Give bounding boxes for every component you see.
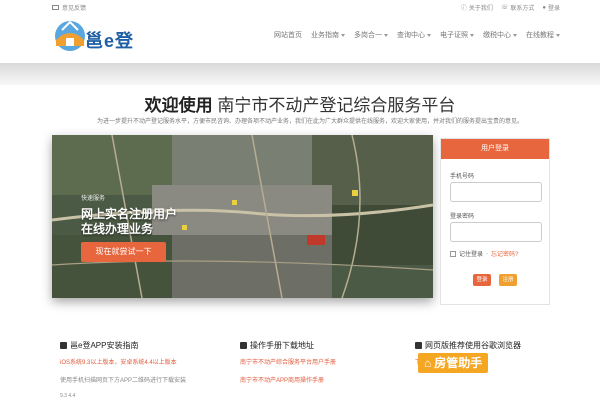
chevron-down-icon xyxy=(513,33,517,37)
nav-label: 缴税中心 xyxy=(483,32,511,39)
nav-item-tutorial[interactable]: 在线教程 xyxy=(526,30,560,40)
contact-label: 联系方式 xyxy=(510,6,535,12)
login-label: 登录 xyxy=(547,6,560,12)
about-label: 关于我们 xyxy=(468,6,493,12)
column-title: 邕e登APP安装指南 xyxy=(70,341,139,350)
hero-small-label: 快速服务 xyxy=(81,196,106,202)
manual-download: 操作手册下载地址 南宁市不动产综合服务平台用户手册 南宁市不动产APP商用操作手… xyxy=(240,340,410,393)
nav-item-guide[interactable]: 业务指南 xyxy=(311,30,345,40)
nav-label: 多岗合一 xyxy=(354,32,382,39)
contact-link[interactable]: ☏ 联系方式 xyxy=(501,3,535,12)
remember-checkbox[interactable] xyxy=(450,250,456,257)
nav-label: 查询中心 xyxy=(397,32,425,39)
manual-link-1[interactable]: 南宁市不动产综合服务平台用户手册 xyxy=(240,357,410,366)
column-title: 操作手册下载地址 xyxy=(250,341,314,350)
main-nav: 网站首页 业务指南 多岗合一 查询中心 电子证照 缴税中心 在线教程 xyxy=(274,30,560,40)
info-icon: ⓘ xyxy=(460,6,467,12)
feedback-link[interactable]: 意见反馈 xyxy=(52,3,86,12)
password-input[interactable] xyxy=(450,222,542,242)
header-divider-band xyxy=(0,63,600,85)
welcome-title: 欢迎使用 南宁市不动产登记综合服务平台 xyxy=(0,91,600,116)
nav-label: 网站首页 xyxy=(274,32,302,39)
login-button[interactable]: 登录 xyxy=(473,274,491,286)
book-icon xyxy=(240,342,247,349)
login-header: 用户登录 xyxy=(441,139,549,159)
app-install-guide: 邕e登APP安装指南 iOS系统9.3以上版本，安卓系统4.4以上版本 使用手机… xyxy=(60,340,230,408)
chevron-down-icon xyxy=(427,33,431,37)
guide-line: 使用手机扫描网页下方APP二维码进行下载安装 xyxy=(60,378,187,384)
password-label: 登录密码 xyxy=(450,214,475,220)
welcome-subtitle: 为进一步提升不动产登记服务水平，方便市民咨询、办理各项不动产业务，我们在此为广大… xyxy=(96,119,523,125)
phone-label: 手机号码 xyxy=(450,174,475,180)
guide-line: iOS系统9.3以上版本，安卓系统4.4以上版本 xyxy=(60,360,177,366)
top-bar: 意见反馈 ⓘ 关于我们 ☏ 联系方式 ● 登录 xyxy=(0,0,600,13)
header: 邕e登 网站首页 业务指南 多岗合一 查询中心 电子证照 缴税中心 在线教程 xyxy=(0,13,600,63)
book-icon xyxy=(60,342,67,349)
phone-icon: ☏ xyxy=(500,5,509,11)
hero-headline-2: 在线办理业务 xyxy=(81,222,154,236)
nav-item-home[interactable]: 网站首页 xyxy=(274,30,302,40)
nav-item-certificates[interactable]: 电子证照 xyxy=(440,30,474,40)
phone-input[interactable] xyxy=(450,182,542,202)
manual-link-2[interactable]: 南宁市不动产APP商用操作手册 xyxy=(240,375,410,384)
forgot-password-link[interactable]: 忘记密码? xyxy=(491,249,518,258)
nav-label: 业务指南 xyxy=(311,32,339,39)
watermark-badge: ⌂ 房管助手 xyxy=(418,353,489,373)
feedback-label: 意见反馈 xyxy=(62,6,87,12)
login-panel: 用户登录 手机号码 登录密码 记住登录 · 忘记密码? 登录 注册 xyxy=(440,138,550,305)
register-button[interactable]: 注册 xyxy=(499,274,517,286)
user-icon: ● xyxy=(542,4,546,11)
welcome-title-bold: 欢迎使用 xyxy=(144,96,213,115)
nav-item-query[interactable]: 查询中心 xyxy=(397,30,431,40)
nav-label: 在线教程 xyxy=(526,32,554,39)
remember-label: 记住登录 xyxy=(459,252,484,258)
chevron-down-icon xyxy=(470,33,474,37)
mail-icon xyxy=(52,5,59,10)
watermark-text: 房管助手 xyxy=(434,356,483,370)
nav-item-multi[interactable]: 多岗合一 xyxy=(354,30,388,40)
logo-text: 邕e登 xyxy=(85,31,135,51)
chevron-down-icon xyxy=(556,33,560,37)
version-badges: 9.3 4.4 xyxy=(60,393,76,399)
chevron-down-icon xyxy=(341,33,345,37)
login-link[interactable]: ● 登录 xyxy=(542,3,560,13)
nav-item-tax[interactable]: 缴税中心 xyxy=(483,30,517,40)
logo-emblem-icon xyxy=(55,20,85,51)
book-icon xyxy=(415,342,422,349)
chevron-down-icon xyxy=(384,33,388,37)
try-now-button[interactable]: 现在就尝试一下 xyxy=(81,242,166,262)
about-link[interactable]: ⓘ 关于我们 xyxy=(461,3,493,12)
remember-row: 记住登录 · 忘记密码? xyxy=(450,249,518,258)
column-title: 网页版推荐使用谷歌浏览器 xyxy=(425,341,521,350)
house-icon: ⌂ xyxy=(424,356,432,370)
hero-banner: 快速服务 网上实名注册用户 在线办理业务 现在就尝试一下 xyxy=(52,135,433,298)
welcome-title-rest: 南宁市不动产登记综合服务平台 xyxy=(217,96,456,115)
nav-label: 电子证照 xyxy=(440,32,468,39)
